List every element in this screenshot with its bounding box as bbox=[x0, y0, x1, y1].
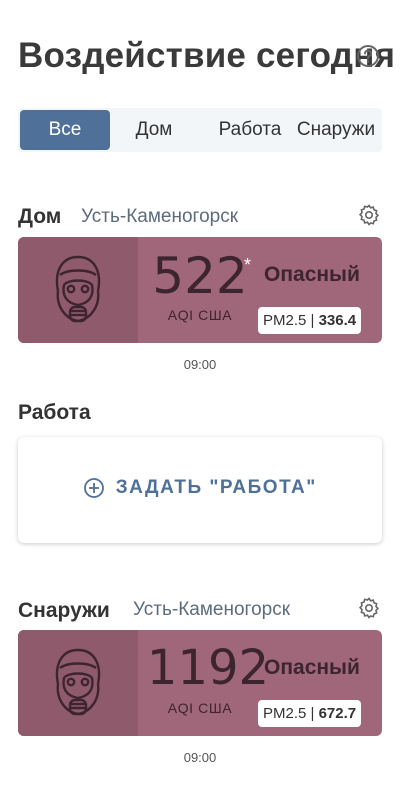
outside-aqi-card[interactable]: 1192 AQI США Опасный PM2.5 | 672.7 bbox=[18, 630, 382, 736]
home-pm-value: 336.4 bbox=[318, 312, 357, 329]
set-work-location-button[interactable]: ЗАДАТЬ "РАБОТА" bbox=[18, 437, 382, 543]
tab-outside[interactable]: Снаружи bbox=[290, 110, 382, 150]
home-settings-gear-icon[interactable] bbox=[357, 203, 381, 227]
help-icon[interactable] bbox=[356, 44, 380, 68]
home-face-zone bbox=[18, 237, 138, 343]
home-city-label: Усть-Каменогорск bbox=[81, 206, 239, 227]
home-aqi-value: 522 bbox=[152, 247, 248, 305]
tab-home[interactable]: Дом bbox=[114, 110, 194, 150]
tab-work[interactable]: Работа bbox=[204, 110, 296, 150]
home-update-time: 09:00 bbox=[183, 357, 217, 372]
add-work-content: ЗАДАТЬ "РАБОТА" bbox=[18, 477, 382, 499]
home-aqi-note: * bbox=[244, 255, 252, 275]
home-pm-label: PM2.5 | bbox=[263, 312, 315, 329]
outside-face-zone bbox=[18, 630, 138, 736]
page-title: Воздействие сегодня bbox=[18, 36, 396, 75]
outside-pm-value: 672.7 bbox=[318, 705, 357, 722]
home-aqi-unit: AQI США bbox=[167, 307, 233, 323]
plus-circle-icon bbox=[84, 478, 105, 498]
home-status-label: Опасный bbox=[264, 263, 360, 286]
outside-settings-gear-icon[interactable] bbox=[357, 596, 381, 620]
outside-aqi-value: 1192 bbox=[146, 640, 270, 696]
outside-status-label: Опасный bbox=[264, 656, 360, 679]
home-aqi-card[interactable]: 522 * AQI США Опасный PM2.5 | 336.4 bbox=[18, 237, 382, 343]
home-section-title: Дом bbox=[18, 205, 62, 228]
outside-pm-badge: PM2.5 | 672.7 bbox=[258, 700, 362, 727]
outside-section-title: Снаружи bbox=[18, 599, 110, 622]
work-section-title: Работа bbox=[18, 401, 91, 424]
home-pm-badge: PM2.5 | 336.4 bbox=[258, 307, 362, 334]
outside-city-label: Усть-Каменогорск bbox=[133, 599, 291, 620]
gas-mask-icon bbox=[55, 255, 101, 323]
gas-mask-icon bbox=[55, 648, 101, 716]
outside-update-time: 09:00 bbox=[183, 750, 217, 765]
location-filter-bar: Все Дом Работа Снаружи bbox=[18, 108, 382, 152]
tab-all[interactable]: Все bbox=[20, 110, 110, 150]
outside-pm-label: PM2.5 | bbox=[263, 705, 315, 722]
add-work-label: ЗАДАТЬ "РАБОТА" bbox=[115, 477, 317, 498]
outside-aqi-unit: AQI США bbox=[167, 700, 233, 716]
